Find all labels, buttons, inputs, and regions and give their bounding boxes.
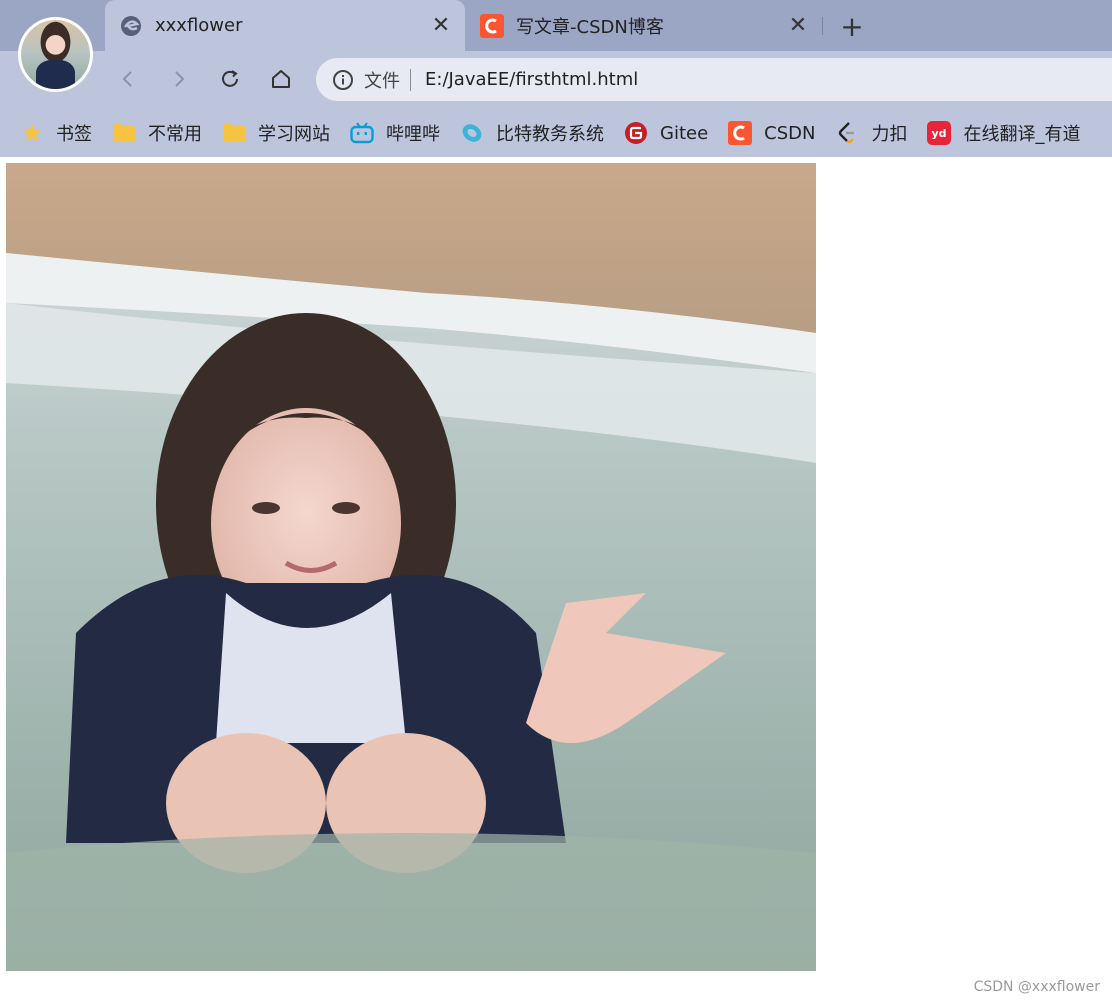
page-image bbox=[6, 163, 816, 971]
bookmark-label: 哔哩哔 bbox=[386, 124, 440, 145]
avatar-image bbox=[21, 20, 90, 89]
bookmark-label: 比特教务系统 bbox=[496, 124, 604, 145]
csdn-icon bbox=[480, 13, 504, 38]
bookmarks-bar: 书签 不常用 学习网站 哔哩哔 比特教务系统 Gitee CSDN 力扣 yd … bbox=[0, 109, 1112, 157]
beach-photo bbox=[6, 163, 816, 971]
bilibili-icon bbox=[350, 121, 374, 145]
address-divider bbox=[410, 68, 411, 91]
tab-title: 写文章-CSDN博客 bbox=[516, 16, 664, 38]
bookmark-label: 不常用 bbox=[148, 124, 202, 145]
bookmark-label: CSDN bbox=[764, 122, 816, 144]
youdao-icon: yd bbox=[927, 121, 952, 145]
bookmark-item[interactable]: 哔哩哔 bbox=[350, 120, 440, 146]
tab-title: xxxflower bbox=[155, 15, 243, 36]
info-icon[interactable] bbox=[332, 69, 354, 91]
close-tab-icon[interactable]: ✕ bbox=[427, 12, 455, 40]
bite-icon bbox=[460, 121, 484, 145]
new-tab-button[interactable]: + bbox=[836, 10, 868, 43]
bookmark-label: Gitee bbox=[660, 122, 709, 144]
navigation-toolbar: 文件 E:/JavaEE/firsthtml.html bbox=[0, 51, 1112, 109]
bookmark-item[interactable]: 学习网站 bbox=[222, 120, 330, 146]
folder-icon bbox=[222, 121, 246, 145]
star-icon bbox=[20, 121, 44, 145]
bookmark-item[interactable]: 比特教务系统 bbox=[460, 120, 604, 146]
url-scheme-label: 文件 bbox=[364, 70, 400, 92]
bookmark-label: 学习网站 bbox=[258, 124, 330, 145]
tab-xxxflower[interactable]: xxxflower ✕ bbox=[105, 0, 465, 51]
bookmark-item[interactable]: CSDN bbox=[728, 121, 815, 145]
forward-icon[interactable] bbox=[163, 63, 195, 95]
bookmark-item[interactable]: 书签 bbox=[20, 120, 92, 146]
bookmark-item[interactable]: Gitee bbox=[624, 121, 708, 145]
url-text[interactable]: E:/JavaEE/firsthtml.html bbox=[425, 69, 638, 90]
tab-csdn-write[interactable]: 写文章-CSDN博客 ✕ bbox=[466, 0, 822, 51]
gitee-icon bbox=[624, 121, 648, 145]
profile-avatar[interactable] bbox=[18, 17, 93, 92]
bookmark-label: 书签 bbox=[56, 124, 92, 145]
csdn-icon bbox=[728, 121, 753, 145]
bookmark-label: 力扣 bbox=[871, 124, 908, 145]
browser-window: xxxflower ✕ 写文章-CSDN博客 ✕ + 文件 E:/JavaEE/… bbox=[0, 0, 1112, 157]
home-icon[interactable] bbox=[265, 63, 297, 95]
watermark: CSDN @xxxflower bbox=[973, 979, 1100, 995]
leetcode-icon bbox=[835, 121, 859, 145]
address-bar[interactable]: 文件 E:/JavaEE/firsthtml.html bbox=[316, 58, 1112, 101]
back-icon[interactable] bbox=[112, 63, 144, 95]
bookmark-item[interactable]: yd 在线翻译_有道 bbox=[927, 120, 1080, 146]
folder-icon bbox=[112, 121, 136, 145]
close-tab-icon[interactable]: ✕ bbox=[784, 12, 812, 40]
tab-separator bbox=[822, 17, 823, 35]
bookmark-item[interactable]: 不常用 bbox=[112, 120, 202, 146]
browser-logo-icon bbox=[119, 14, 143, 38]
reload-icon[interactable] bbox=[214, 63, 246, 95]
bookmark-label: 在线翻译_有道 bbox=[963, 124, 1081, 145]
svg-text:yd: yd bbox=[932, 127, 947, 140]
bookmark-item[interactable]: 力扣 bbox=[835, 120, 907, 146]
